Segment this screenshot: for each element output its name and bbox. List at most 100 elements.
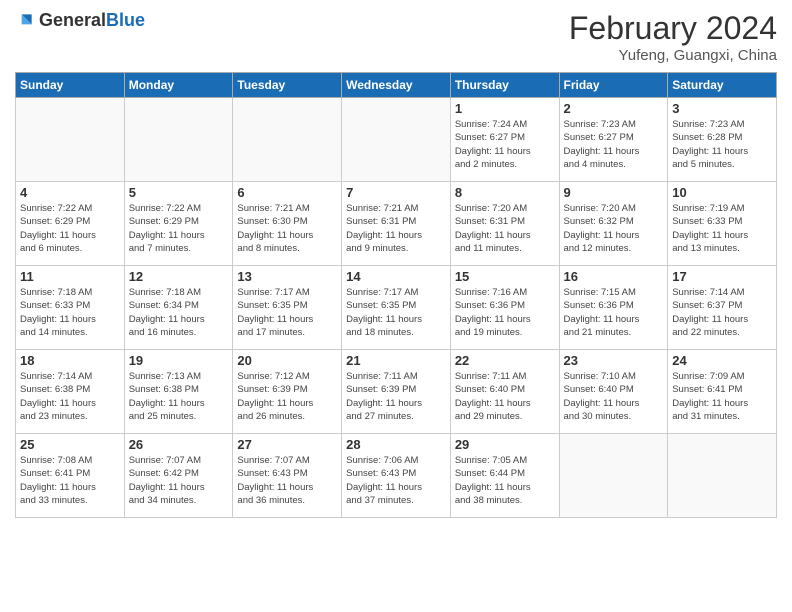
day-info: Sunrise: 7:07 AMSunset: 6:42 PMDaylight:… <box>129 454 229 507</box>
day-number: 7 <box>346 185 446 200</box>
calendar-cell: 7 Sunrise: 7:21 AMSunset: 6:31 PMDaylight… <box>342 182 451 266</box>
calendar-cell: 5 Sunrise: 7:22 AMSunset: 6:29 PMDaylight… <box>124 182 233 266</box>
calendar-cell: 4 Sunrise: 7:22 AMSunset: 6:29 PMDaylight… <box>16 182 125 266</box>
title-area: February 2024 Yufeng, Guangxi, China <box>569 10 777 64</box>
day-info: Sunrise: 7:21 AMSunset: 6:30 PMDaylight:… <box>237 202 337 255</box>
calendar-cell: 21 Sunrise: 7:11 AMSunset: 6:39 PMDayligh… <box>342 350 451 434</box>
day-number: 29 <box>455 437 555 452</box>
day-info: Sunrise: 7:09 AMSunset: 6:41 PMDaylight:… <box>672 370 772 423</box>
day-info: Sunrise: 7:10 AMSunset: 6:40 PMDaylight:… <box>564 370 664 423</box>
weekday-header-friday: Friday <box>559 73 668 98</box>
day-info: Sunrise: 7:24 AMSunset: 6:27 PMDaylight:… <box>455 118 555 171</box>
calendar-cell: 6 Sunrise: 7:21 AMSunset: 6:30 PMDaylight… <box>233 182 342 266</box>
day-info: Sunrise: 7:13 AMSunset: 6:38 PMDaylight:… <box>129 370 229 423</box>
calendar-page: GeneralBlue February 2024 Yufeng, Guangx… <box>0 0 792 612</box>
calendar-cell: 9 Sunrise: 7:20 AMSunset: 6:32 PMDaylight… <box>559 182 668 266</box>
day-number: 15 <box>455 269 555 284</box>
day-info: Sunrise: 7:20 AMSunset: 6:32 PMDaylight:… <box>564 202 664 255</box>
day-info: Sunrise: 7:22 AMSunset: 6:29 PMDaylight:… <box>20 202 120 255</box>
day-number: 22 <box>455 353 555 368</box>
day-info: Sunrise: 7:08 AMSunset: 6:41 PMDaylight:… <box>20 454 120 507</box>
calendar-week-row: 1 Sunrise: 7:24 AMSunset: 6:27 PMDaylight… <box>16 98 777 182</box>
day-info: Sunrise: 7:11 AMSunset: 6:39 PMDaylight:… <box>346 370 446 423</box>
calendar-cell: 2 Sunrise: 7:23 AMSunset: 6:27 PMDaylight… <box>559 98 668 182</box>
day-number: 27 <box>237 437 337 452</box>
calendar-week-row: 4 Sunrise: 7:22 AMSunset: 6:29 PMDaylight… <box>16 182 777 266</box>
day-number: 14 <box>346 269 446 284</box>
day-number: 20 <box>237 353 337 368</box>
day-info: Sunrise: 7:23 AMSunset: 6:27 PMDaylight:… <box>564 118 664 171</box>
calendar-cell: 29 Sunrise: 7:05 AMSunset: 6:44 PMDayligh… <box>450 434 559 518</box>
day-number: 17 <box>672 269 772 284</box>
weekday-header-sunday: Sunday <box>16 73 125 98</box>
day-info: Sunrise: 7:18 AMSunset: 6:34 PMDaylight:… <box>129 286 229 339</box>
weekday-header-monday: Monday <box>124 73 233 98</box>
header: GeneralBlue February 2024 Yufeng, Guangx… <box>15 10 777 64</box>
calendar-cell: 23 Sunrise: 7:10 AMSunset: 6:40 PMDayligh… <box>559 350 668 434</box>
day-info: Sunrise: 7:07 AMSunset: 6:43 PMDaylight:… <box>237 454 337 507</box>
weekday-header-thursday: Thursday <box>450 73 559 98</box>
logo-text: GeneralBlue <box>39 10 145 31</box>
day-number: 5 <box>129 185 229 200</box>
day-info: Sunrise: 7:05 AMSunset: 6:44 PMDaylight:… <box>455 454 555 507</box>
day-number: 2 <box>564 101 664 116</box>
day-number: 4 <box>20 185 120 200</box>
calendar-cell: 25Sunrise: 7:08 AMSunset: 6:41 PMDayligh… <box>16 434 125 518</box>
calendar-cell: 22 Sunrise: 7:11 AMSunset: 6:40 PMDayligh… <box>450 350 559 434</box>
calendar-cell: 26Sunrise: 7:07 AMSunset: 6:42 PMDayligh… <box>124 434 233 518</box>
calendar-cell: 17 Sunrise: 7:14 AMSunset: 6:37 PMDayligh… <box>668 266 777 350</box>
calendar-cell <box>668 434 777 518</box>
day-info: Sunrise: 7:06 AMSunset: 6:43 PMDaylight:… <box>346 454 446 507</box>
calendar-cell <box>233 98 342 182</box>
calendar-cell <box>124 98 233 182</box>
day-info: Sunrise: 7:22 AMSunset: 6:29 PMDaylight:… <box>129 202 229 255</box>
day-number: 8 <box>455 185 555 200</box>
day-number: 12 <box>129 269 229 284</box>
logo-icon <box>15 11 35 31</box>
calendar-cell: 19Sunrise: 7:13 AMSunset: 6:38 PMDayligh… <box>124 350 233 434</box>
day-number: 6 <box>237 185 337 200</box>
calendar-cell: 28Sunrise: 7:06 AMSunset: 6:43 PMDayligh… <box>342 434 451 518</box>
calendar-week-row: 11 Sunrise: 7:18 AMSunset: 6:33 PMDayligh… <box>16 266 777 350</box>
day-info: Sunrise: 7:20 AMSunset: 6:31 PMDaylight:… <box>455 202 555 255</box>
day-info: Sunrise: 7:11 AMSunset: 6:40 PMDaylight:… <box>455 370 555 423</box>
calendar-cell: 11 Sunrise: 7:18 AMSunset: 6:33 PMDayligh… <box>16 266 125 350</box>
calendar-cell: 20Sunrise: 7:12 AMSunset: 6:39 PMDayligh… <box>233 350 342 434</box>
day-number: 1 <box>455 101 555 116</box>
day-info: Sunrise: 7:21 AMSunset: 6:31 PMDaylight:… <box>346 202 446 255</box>
calendar-cell: 27 Sunrise: 7:07 AMSunset: 6:43 PMDayligh… <box>233 434 342 518</box>
logo-blue: Blue <box>106 10 145 30</box>
logo: GeneralBlue <box>15 10 145 31</box>
calendar-week-row: 25Sunrise: 7:08 AMSunset: 6:41 PMDayligh… <box>16 434 777 518</box>
day-number: 24 <box>672 353 772 368</box>
calendar-cell <box>559 434 668 518</box>
calendar-cell <box>16 98 125 182</box>
day-number: 18 <box>20 353 120 368</box>
day-number: 11 <box>20 269 120 284</box>
day-info: Sunrise: 7:14 AMSunset: 6:37 PMDaylight:… <box>672 286 772 339</box>
day-info: Sunrise: 7:18 AMSunset: 6:33 PMDaylight:… <box>20 286 120 339</box>
day-number: 9 <box>564 185 664 200</box>
location: Yufeng, Guangxi, China <box>569 47 777 64</box>
calendar-cell: 18 Sunrise: 7:14 AMSunset: 6:38 PMDayligh… <box>16 350 125 434</box>
day-info: Sunrise: 7:16 AMSunset: 6:36 PMDaylight:… <box>455 286 555 339</box>
weekday-header-tuesday: Tuesday <box>233 73 342 98</box>
day-number: 23 <box>564 353 664 368</box>
calendar-cell <box>342 98 451 182</box>
calendar-cell: 12 Sunrise: 7:18 AMSunset: 6:34 PMDayligh… <box>124 266 233 350</box>
weekday-header-row: SundayMondayTuesdayWednesdayThursdayFrid… <box>16 73 777 98</box>
calendar-cell: 14 Sunrise: 7:17 AMSunset: 6:35 PMDayligh… <box>342 266 451 350</box>
day-number: 21 <box>346 353 446 368</box>
calendar-cell: 8 Sunrise: 7:20 AMSunset: 6:31 PMDaylight… <box>450 182 559 266</box>
day-info: Sunrise: 7:14 AMSunset: 6:38 PMDaylight:… <box>20 370 120 423</box>
calendar-cell: 16Sunrise: 7:15 AMSunset: 6:36 PMDayligh… <box>559 266 668 350</box>
weekday-header-saturday: Saturday <box>668 73 777 98</box>
month-year: February 2024 <box>569 10 777 47</box>
calendar-cell: 13Sunrise: 7:17 AMSunset: 6:35 PMDayligh… <box>233 266 342 350</box>
day-info: Sunrise: 7:23 AMSunset: 6:28 PMDaylight:… <box>672 118 772 171</box>
day-number: 13 <box>237 269 337 284</box>
day-info: Sunrise: 7:15 AMSunset: 6:36 PMDaylight:… <box>564 286 664 339</box>
day-info: Sunrise: 7:19 AMSunset: 6:33 PMDaylight:… <box>672 202 772 255</box>
day-info: Sunrise: 7:17 AMSunset: 6:35 PMDaylight:… <box>346 286 446 339</box>
calendar-cell: 3Sunrise: 7:23 AMSunset: 6:28 PMDaylight… <box>668 98 777 182</box>
